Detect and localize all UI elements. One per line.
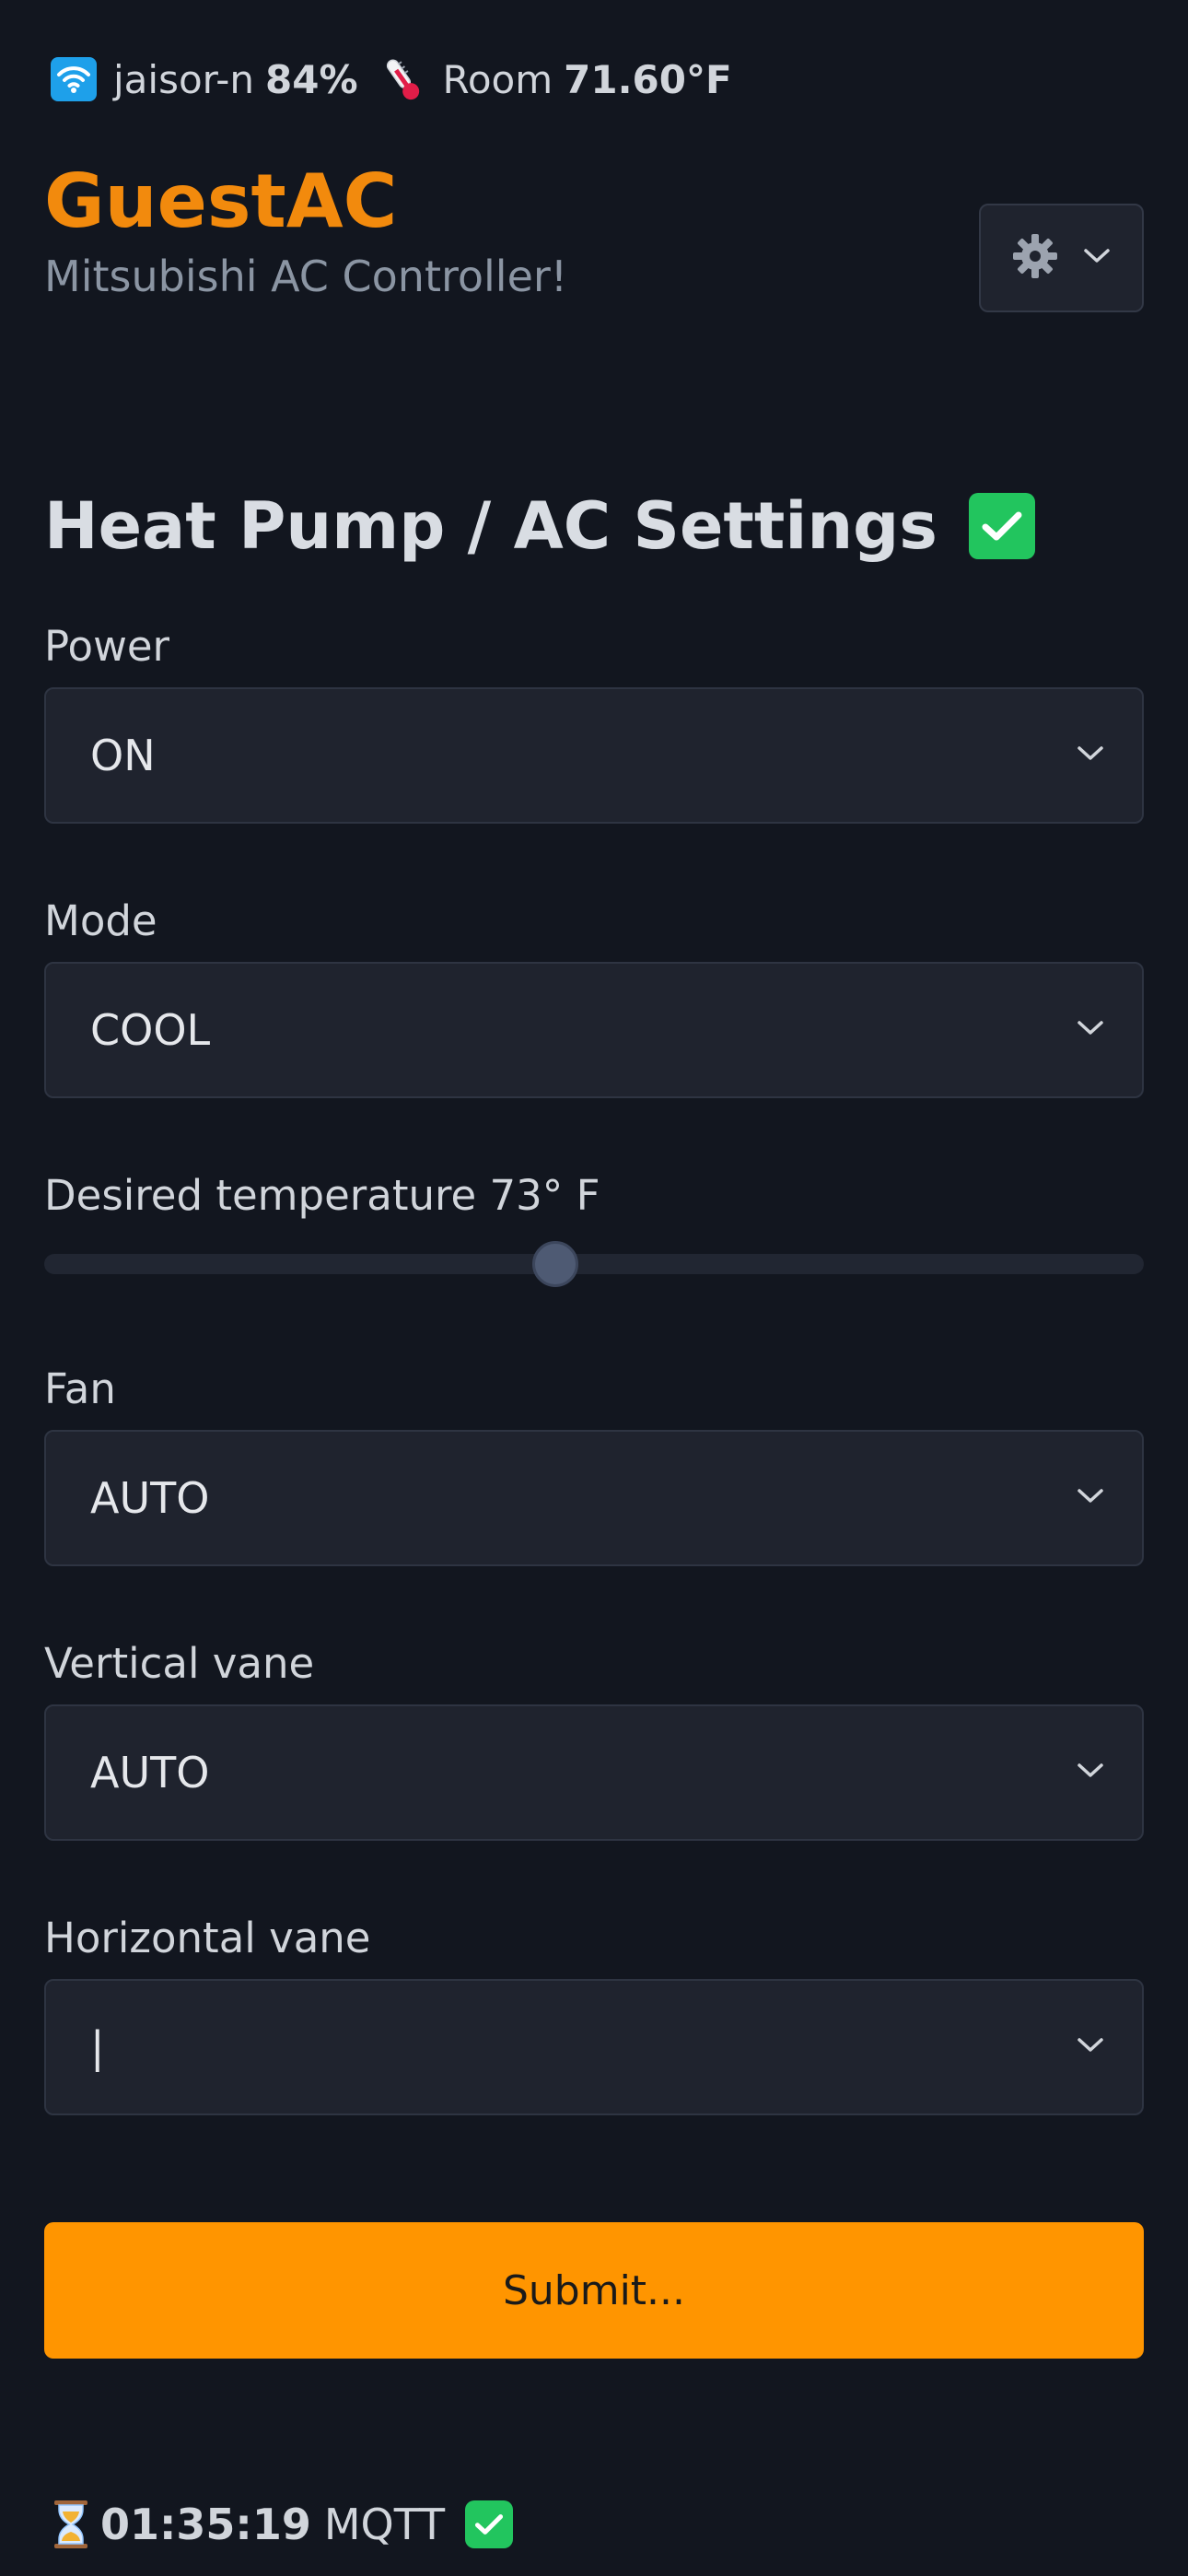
temperature-slider-thumb[interactable] — [532, 1241, 579, 1287]
wifi-ssid: jaisor-n — [113, 56, 255, 102]
horizontal-vane-select[interactable]: | — [44, 1979, 1144, 2115]
submit-button[interactable]: Submit... — [44, 2222, 1144, 2359]
chevron-down-icon — [1076, 2036, 1105, 2058]
vertical-vane-label: Vertical vane — [44, 1639, 315, 1688]
fan-select-value: AUTO — [90, 1473, 210, 1523]
vertical-vane-select[interactable]: AUTO — [44, 1704, 1144, 1841]
horizontal-vane-label: Horizontal vane — [44, 1914, 371, 1962]
chevron-down-icon — [1076, 744, 1105, 767]
wifi-icon — [51, 57, 97, 101]
mqtt-label: MQTT — [323, 2500, 446, 2549]
thermometer-icon — [379, 53, 426, 105]
power-select-value: ON — [90, 731, 156, 780]
horizontal-vane-select-value: | — [90, 2022, 105, 2072]
section-title: Heat Pump / AC Settings — [44, 488, 1035, 564]
app-subtitle: Mitsubishi AC Controller! — [44, 252, 568, 301]
chevron-down-icon — [1082, 247, 1112, 269]
mode-label: Mode — [44, 896, 157, 945]
power-label: Power — [44, 622, 170, 671]
footer-status: 01:35:19 MQTT — [51, 2499, 514, 2550]
settings-dropdown-button[interactable] — [979, 204, 1144, 312]
fan-label: Fan — [44, 1364, 116, 1413]
gear-icon — [1012, 233, 1058, 283]
room-temperature: 71.60°F — [564, 56, 732, 102]
power-select[interactable]: ON — [44, 687, 1144, 824]
app-page: jaisor-n 84% Room 71.60°F GuestAC Mitsub… — [0, 0, 1188, 2576]
check-icon — [465, 2500, 514, 2548]
hourglass-icon — [51, 2499, 91, 2550]
status-bar: jaisor-n 84% Room 71.60°F — [51, 53, 732, 105]
mode-select[interactable]: COOL — [44, 962, 1144, 1098]
check-icon — [968, 493, 1035, 559]
temperature-label: Desired temperature 73° F — [44, 1171, 600, 1220]
vertical-vane-select-value: AUTO — [90, 1748, 210, 1797]
fan-select[interactable]: AUTO — [44, 1430, 1144, 1566]
chevron-down-icon — [1076, 1487, 1105, 1509]
wifi-signal: 84% — [265, 56, 358, 102]
room-label: Room — [442, 56, 553, 102]
temperature-slider[interactable] — [44, 1241, 1144, 1287]
section-title-text: Heat Pump / AC Settings — [44, 488, 938, 564]
mode-select-value: COOL — [90, 1005, 211, 1055]
chevron-down-icon — [1076, 1762, 1105, 1784]
chevron-down-icon — [1076, 1019, 1105, 1041]
app-title: GuestAC — [44, 158, 398, 244]
uptime-value: 01:35:19 — [100, 2500, 311, 2549]
